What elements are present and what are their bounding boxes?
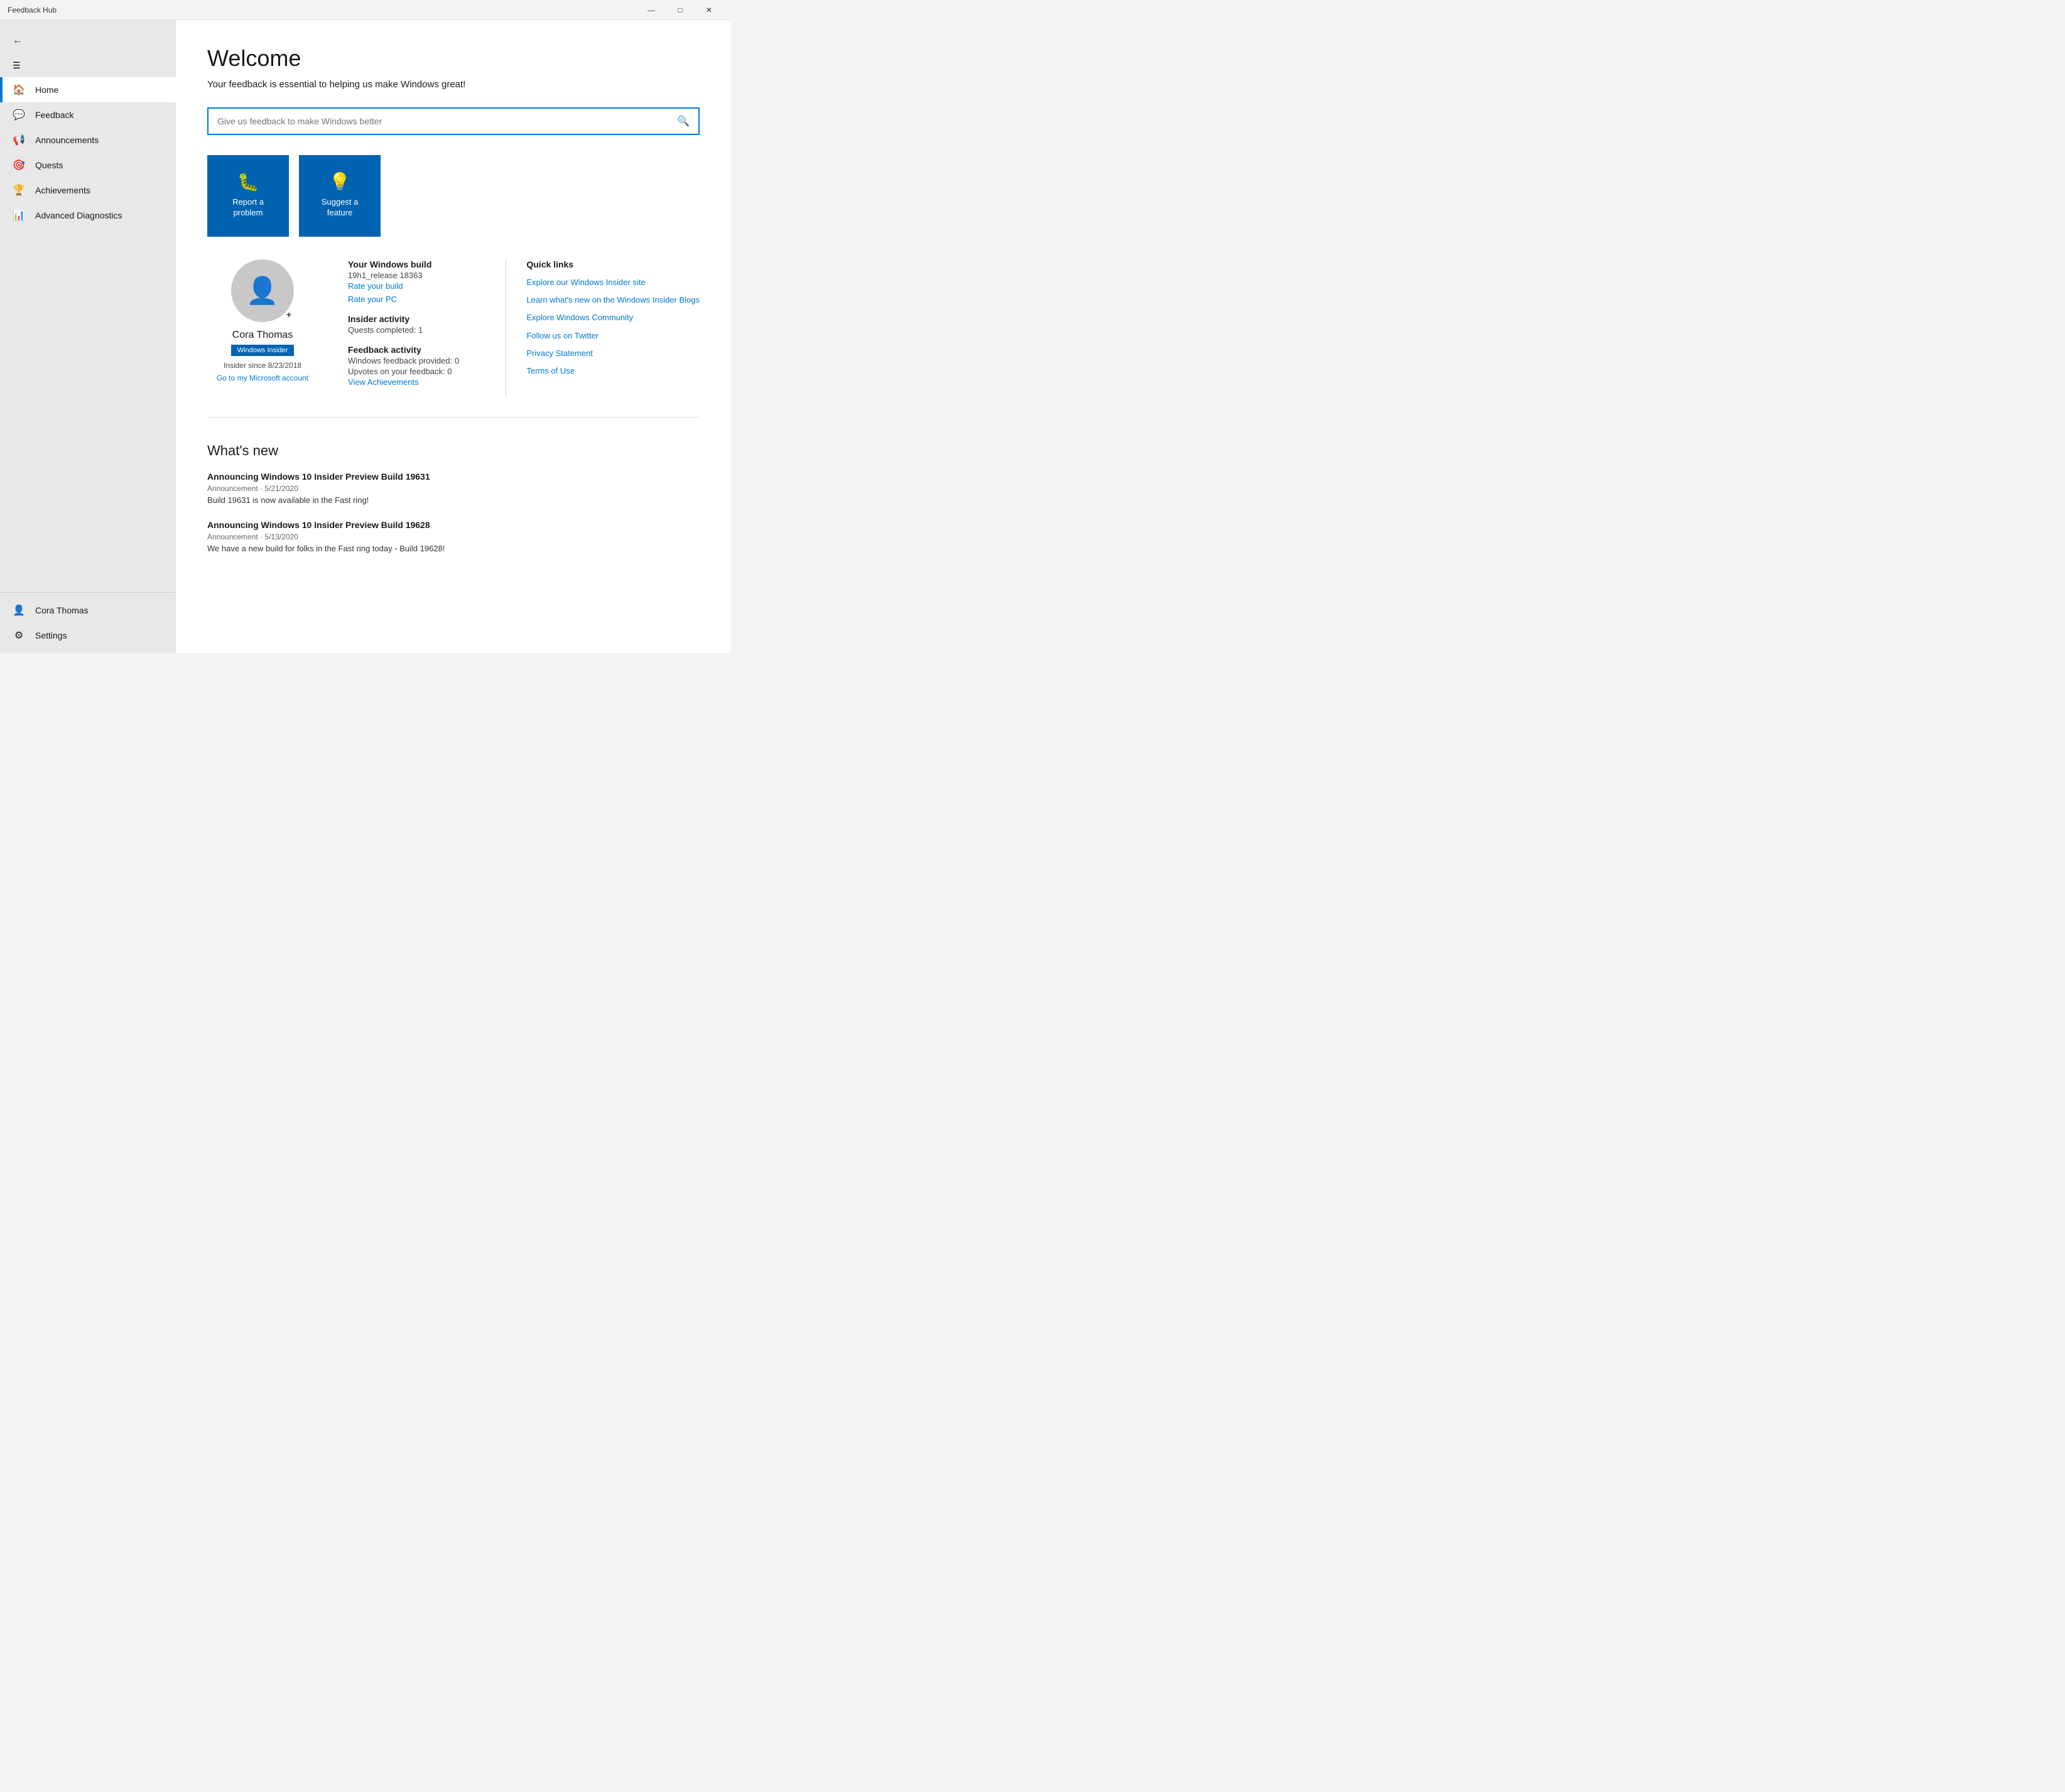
nav-items: 🏠 Home 💬 Feedback 📢 Announcements 🎯 Ques… [0,77,176,228]
avatar-plus-icon: + [286,310,291,320]
quick-link-explore-community[interactable]: Explore Windows Community [526,312,700,323]
news-description: We have a new build for folks in the Fas… [207,544,700,553]
home-icon: 🏠 [13,84,25,96]
title-bar: Feedback Hub — □ ✕ [0,0,731,20]
feedback-activity-title: Feedback activity [348,345,491,355]
news-item-build-19631[interactable]: Announcing Windows 10 Insider Preview Bu… [207,472,700,505]
insider-activity-section: Insider activity Quests completed: 1 [348,314,491,335]
minimize-button[interactable]: — [637,0,666,20]
quests-completed: Quests completed: 1 [348,325,491,335]
sidebar-item-feedback[interactable]: 💬 Feedback [0,102,176,127]
welcome-title: Welcome [207,45,700,72]
hamburger-button[interactable]: ☰ [0,54,176,77]
user-icon: 👤 [13,604,25,617]
window-controls: — □ ✕ [637,0,724,20]
feedback-provided: Windows feedback provided: 0 [348,356,491,365]
close-button[interactable]: ✕ [695,0,724,20]
sidebar: ← ☰ 🏠 Home 💬 Feedback 📢 Announcements 🎯 … [0,20,176,653]
insider-since: Insider since 8/23/2018 [224,361,301,370]
settings-icon: ⚙ [13,629,25,642]
sidebar-item-advanced-diagnostics[interactable]: 📊 Advanced Diagnostics [0,203,176,228]
suggest-feature-label: Suggest afeature [322,197,359,219]
sidebar-item-label: Feedback [35,110,73,120]
sidebar-bottom-item-user[interactable]: 👤 Cora Thomas [0,598,176,623]
quick-link-follow-twitter[interactable]: Follow us on Twitter [526,330,700,342]
sidebar-bottom-label: Cora Thomas [35,605,89,615]
quick-link-privacy-statement[interactable]: Privacy Statement [526,348,700,359]
welcome-subtitle: Your feedback is essential to helping us… [207,79,700,90]
app-title: Feedback Hub [8,6,637,14]
sidebar-item-label: Advanced Diagnostics [35,210,122,220]
bottom-nav-items: 👤 Cora Thomas ⚙ Settings [0,598,176,648]
quick-links-title: Quick links [526,259,700,269]
account-link[interactable]: Go to my Microsoft account [217,374,308,382]
user-section: 👤 + Cora Thomas Windows Insider Insider … [207,259,700,418]
action-cards: 🐛 Report aproblem 💡 Suggest afeature [207,155,700,237]
search-icon: 🔍 [677,116,690,127]
bug-icon: 🐛 [237,173,259,191]
announcements-icon: 📢 [13,134,25,146]
sidebar-bottom: 👤 Cora Thomas ⚙ Settings [0,592,176,653]
quick-links: Quick links Explore our Windows Insider … [506,259,700,397]
view-achievements-link[interactable]: View Achievements [348,377,491,387]
sidebar-item-quests[interactable]: 🎯 Quests [0,153,176,178]
rate-pc-link[interactable]: Rate your PC [348,294,491,304]
avatar-person-icon: 👤 [246,276,279,306]
hamburger-icon: ☰ [13,60,21,71]
whats-new-section: What's new Announcing Windows 10 Insider… [207,443,700,553]
search-bar: 🔍 [207,107,700,135]
feedback-upvotes: Upvotes on your feedback: 0 [348,367,491,376]
app-body: ← ☰ 🏠 Home 💬 Feedback 📢 Announcements 🎯 … [0,20,731,653]
insider-activity-title: Insider activity [348,314,491,324]
windows-insider-badge: Windows Insider [231,345,295,356]
sidebar-item-announcements[interactable]: 📢 Announcements [0,127,176,153]
news-description: Build 19631 is now available in the Fast… [207,495,700,505]
rate-build-link[interactable]: Rate your build [348,281,491,291]
sidebar-bottom-label: Settings [35,630,67,640]
windows-build-title: Your Windows build [348,259,491,269]
back-icon: ← [13,35,23,46]
news-title: Announcing Windows 10 Insider Preview Bu… [207,472,700,482]
windows-build-value: 19h1_release 18363 [348,271,491,280]
avatar: 👤 + [231,259,294,322]
report-problem-card[interactable]: 🐛 Report aproblem [207,155,289,237]
advanced-diagnostics-icon: 📊 [13,209,25,222]
sidebar-spacer [0,233,176,592]
main-content: Welcome Your feedback is essential to he… [176,20,731,653]
achievements-icon: 🏆 [13,184,25,197]
quick-link-learn-blogs[interactable]: Learn what's new on the Windows Insider … [526,294,700,306]
quick-links-list: Explore our Windows Insider site Learn wh… [526,277,700,377]
lightbulb-icon: 💡 [329,173,351,191]
user-profile: 👤 + Cora Thomas Windows Insider Insider … [207,259,333,397]
news-meta: Announcement · 5/13/2020 [207,532,700,541]
quests-icon: 🎯 [13,159,25,171]
sidebar-item-label: Home [35,85,58,95]
user-name: Cora Thomas [232,330,293,341]
user-stats: Your Windows build 19h1_release 18363 Ra… [333,259,506,397]
sidebar-item-label: Achievements [35,185,90,195]
news-items-list: Announcing Windows 10 Insider Preview Bu… [207,472,700,553]
whats-new-title: What's new [207,443,700,459]
sidebar-item-label: Quests [35,160,63,170]
quick-link-explore-insider[interactable]: Explore our Windows Insider site [526,277,700,288]
search-input[interactable] [209,110,668,132]
sidebar-item-achievements[interactable]: 🏆 Achievements [0,178,176,203]
feedback-icon: 💬 [13,109,25,121]
news-meta: Announcement · 5/21/2020 [207,484,700,493]
suggest-feature-card[interactable]: 💡 Suggest afeature [299,155,381,237]
feedback-activity-section: Feedback activity Windows feedback provi… [348,345,491,387]
quick-link-terms-of-use[interactable]: Terms of Use [526,365,700,377]
maximize-button[interactable]: □ [666,0,695,20]
sidebar-top: ← ☰ 🏠 Home 💬 Feedback 📢 Announcements 🎯 … [0,20,176,233]
search-button[interactable]: 🔍 [668,109,698,134]
news-item-build-19628[interactable]: Announcing Windows 10 Insider Preview Bu… [207,520,700,553]
sidebar-bottom-item-settings[interactable]: ⚙ Settings [0,623,176,648]
sidebar-item-home[interactable]: 🏠 Home [0,77,176,102]
windows-build-section: Your Windows build 19h1_release 18363 Ra… [348,259,491,304]
back-button[interactable]: ← [0,28,176,54]
sidebar-item-label: Announcements [35,135,99,145]
news-title: Announcing Windows 10 Insider Preview Bu… [207,520,700,530]
report-problem-label: Report aproblem [232,197,264,219]
